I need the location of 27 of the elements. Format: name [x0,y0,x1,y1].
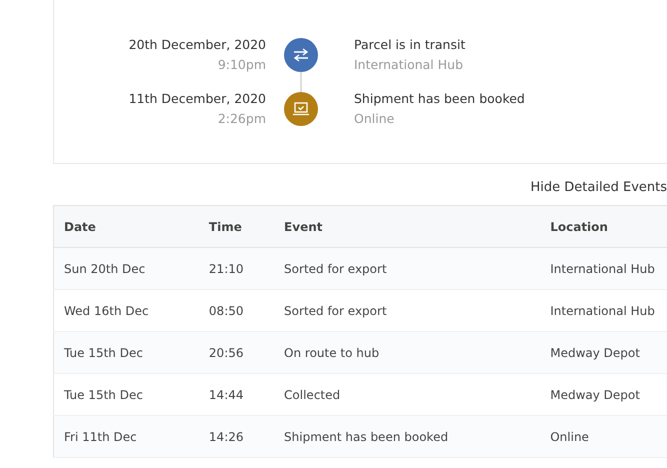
table-cell: 21:10 [198,248,274,290]
table-cell: Fri 11th Dec [54,416,199,458]
table-cell: Online [540,416,667,458]
event-time: 9:10pm [218,56,266,74]
table-cell: Shipment has been booked [274,416,540,458]
event-location: Online [354,110,396,128]
column-header: Date [54,206,199,248]
table-cell: Tue 15th Dec [54,332,199,374]
table-cell: 14:26 [198,416,274,458]
column-header: Event [274,206,540,248]
table-cell: Sun 20th Dec [54,248,199,290]
table-cell: On route to hub [274,332,540,374]
swap-arrows-icon [293,48,309,62]
column-header: Location [540,206,667,248]
table-cell: Medway Depot [540,332,667,374]
table-cell: Sorted for export [274,248,540,290]
event-location: International Hub [354,56,464,74]
event-time: 2:26pm [218,110,266,128]
event-title: Parcel is in transit [354,36,466,54]
event-date: 11th December, 2020 [128,90,266,108]
hide-events-link[interactable]: Hide Detailed Events [530,180,667,205]
event-title: Shipment has been booked [354,90,526,108]
table-cell: 20:56 [198,332,274,374]
table-cell: International Hub [540,248,667,290]
column-header: Time [198,206,274,248]
laptop-icon [292,102,310,116]
event-date: 20th December, 2020 [128,36,266,54]
